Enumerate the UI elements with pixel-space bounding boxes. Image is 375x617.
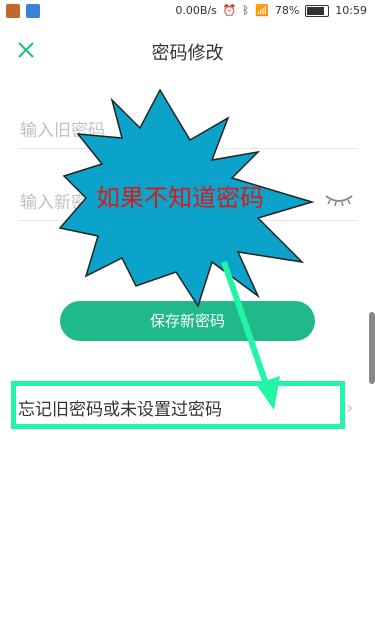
app-notification-icon (6, 4, 20, 18)
shield-icon (26, 4, 40, 18)
new-password-placeholder: 输入新密码 (20, 193, 105, 213)
status-bar: 0.00B/s ⏰ ᛒ 📶 78% 10:59 (0, 0, 375, 24)
network-speed: 0.00B/s (175, 4, 217, 17)
eye-closed-icon[interactable] (324, 192, 354, 206)
bluetooth-icon: ᛒ (242, 4, 250, 17)
alarm-icon: ⏰ (222, 4, 237, 17)
chevron-right-icon: › (346, 398, 353, 417)
page-title: 密码修改 (151, 43, 224, 64)
battery-icon (305, 4, 330, 17)
callout-text: 如果不知道密码 (96, 184, 264, 212)
clock: 10:59 (335, 4, 367, 17)
status-indicators: 0.00B/s ⏰ ᛒ 📶 78% 10:59 (175, 4, 367, 17)
old-password-field[interactable]: 输入旧密码 (18, 108, 358, 149)
battery-percent: 78% (274, 4, 300, 17)
annotation-highlight-box (11, 381, 345, 429)
nav-bar: 密码修改 (0, 24, 375, 76)
scrollbar[interactable] (369, 312, 375, 384)
save-button[interactable]: 保存新密码 (60, 301, 315, 341)
battery-fill (307, 6, 325, 15)
notification-icons (6, 4, 40, 18)
old-password-placeholder: 输入旧密码 (20, 121, 105, 141)
wifi-icon: 📶 (255, 4, 269, 17)
